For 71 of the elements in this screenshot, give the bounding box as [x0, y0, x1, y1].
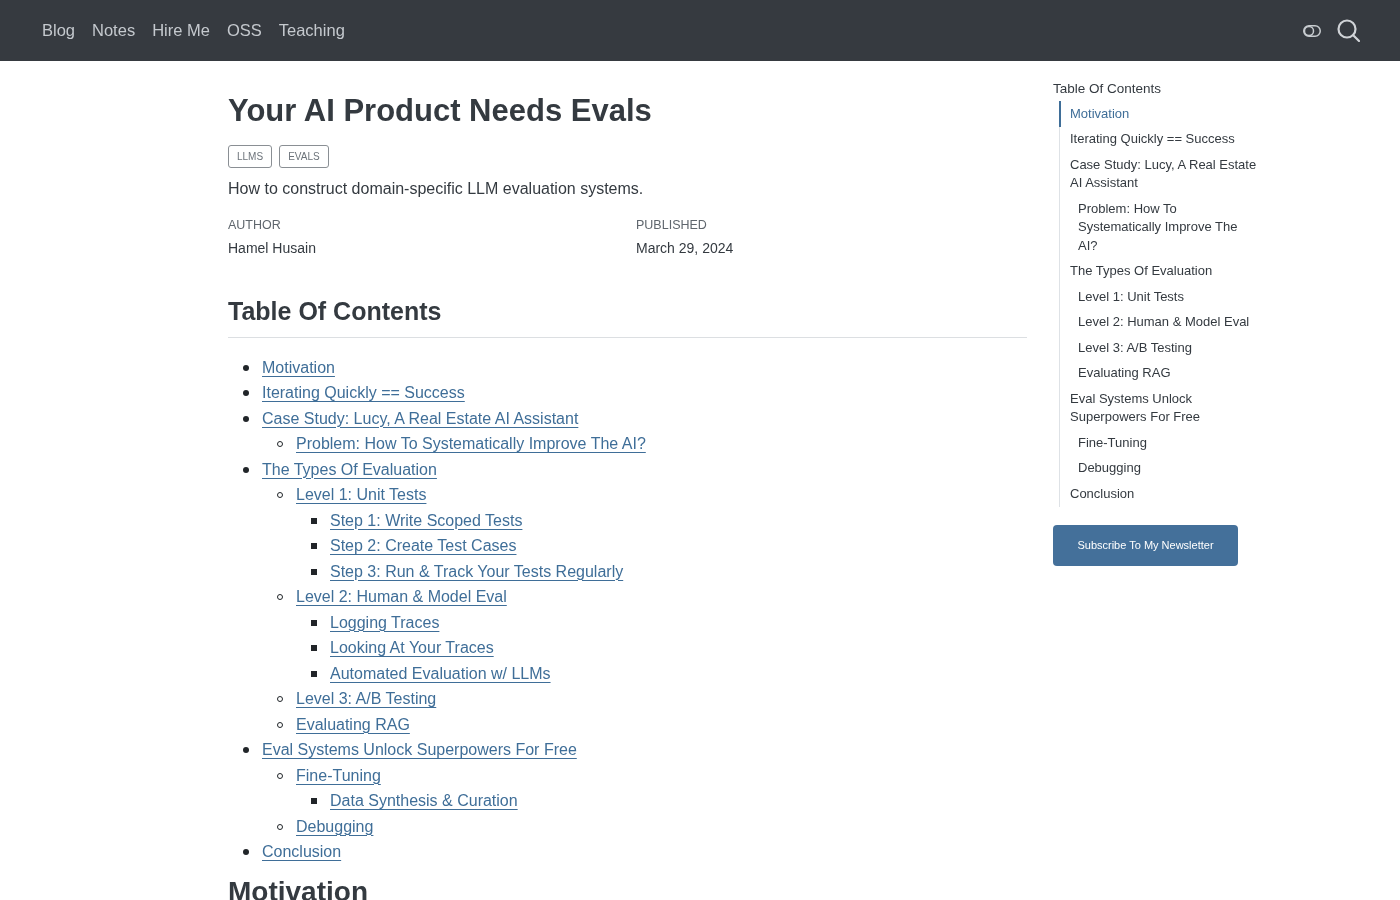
toc-link[interactable]: Step 3: Run & Track Your Tests Regularly [330, 561, 624, 582]
section-heading: Table Of Contents [228, 295, 1027, 338]
circle-bullet-icon [277, 823, 283, 830]
circle-bullet-icon [277, 696, 283, 703]
nav-link[interactable]: OSS [226, 21, 262, 40]
disc-bullet-icon [243, 415, 249, 422]
nav-link[interactable]: Notes [92, 21, 136, 40]
nav-link[interactable]: Blog [42, 21, 76, 40]
circle-bullet-icon [277, 594, 283, 601]
meta-value: March 29, 2024 [636, 239, 735, 258]
nav-link[interactable]: Hire Me [152, 21, 210, 40]
search-icon[interactable] [1337, 19, 1360, 42]
toc-link[interactable]: Fine-Tuning [296, 765, 381, 786]
square-bullet-icon [311, 619, 317, 626]
sidebar-heading: Table Of Contents [1053, 80, 1163, 98]
sidebar-toc-link[interactable]: Problem: How To Systematically Improve The AI? [1068, 196, 1258, 259]
article-title: Your AI Product Needs Evals [228, 92, 653, 130]
meta-label: PUBLISHED [636, 217, 708, 234]
sidebar-toc-link[interactable]: Case Study: Lucy, A Real Estate AI Assistant [1060, 152, 1263, 196]
toc-link[interactable]: Conclusion [262, 842, 342, 863]
circle-bullet-icon [277, 441, 283, 448]
toc-link[interactable]: Level 1: Unit Tests [296, 485, 427, 506]
toc-link[interactable]: Looking At Your Traces [330, 638, 494, 659]
square-bullet-icon [311, 645, 317, 652]
toc-link[interactable]: Evaluating RAG [296, 714, 410, 735]
toc-link[interactable]: Data Synthesis & Curation [330, 791, 518, 812]
square-bullet-icon [311, 798, 317, 805]
disc-bullet-icon [243, 849, 249, 856]
sidebar-toc-link[interactable]: Fine-Tuning [1068, 430, 1258, 456]
meta-value: Hamel Husain [228, 239, 317, 258]
toc-link[interactable]: Logging Traces [330, 612, 440, 633]
square-bullet-icon [311, 543, 317, 550]
tag-chip[interactable]: EVALS [279, 145, 329, 168]
toc-link[interactable]: Level 3: A/B Testing [296, 689, 437, 710]
toc-link[interactable]: Step 1: Write Scoped Tests [330, 510, 523, 531]
toc-link[interactable]: The Types Of Evaluation [262, 459, 437, 480]
sidebar-toc-link[interactable]: The Types Of Evaluation [1060, 258, 1263, 284]
toc-link[interactable]: Level 2: Human & Model Eval [296, 587, 507, 608]
sidebar-toc-link[interactable]: Iterating Quickly == Success [1060, 126, 1263, 152]
subscribe-button[interactable]: Subscribe To My Newsletter [1053, 524, 1238, 566]
square-bullet-icon [311, 517, 317, 524]
meta-label: AUTHOR [228, 217, 282, 234]
nav-link[interactable]: Teaching [278, 21, 345, 40]
sidebar-toc-link[interactable]: Level 2: Human & Model Eval [1068, 309, 1258, 335]
disc-bullet-icon [243, 747, 249, 754]
tag-chip[interactable]: LLMS [228, 145, 273, 168]
toc-link[interactable]: Motivation [262, 357, 335, 378]
toggle-icon[interactable] [1303, 24, 1321, 37]
disc-bullet-icon [243, 364, 249, 371]
sidebar-toc-link[interactable]: Eval Systems Unlock Superpowers For Free [1060, 386, 1263, 430]
square-bullet-icon [311, 568, 317, 575]
toc-link[interactable]: Problem: How To Systematically Improve The AI? [296, 434, 646, 455]
sidebar-toc-link[interactable]: Evaluating RAG [1068, 360, 1258, 386]
toc-link[interactable]: Case Study: Lucy, A Real Estate AI Assistant [262, 408, 579, 429]
circle-bullet-icon [277, 772, 283, 779]
disc-bullet-icon [243, 466, 249, 473]
article-description: How to construct domain-specific LLM evaluation systems. [228, 179, 645, 199]
toc-link[interactable]: Eval Systems Unlock Superpowers For Free [262, 740, 577, 761]
sidebar-toc-link[interactable]: Motivation [1059, 101, 1263, 127]
circle-bullet-icon [277, 492, 283, 499]
toc-link[interactable]: Automated Evaluation w/ LLMs [330, 663, 551, 684]
sidebar-toc-link[interactable]: Level 1: Unit Tests [1068, 284, 1258, 310]
toc-link[interactable]: Iterating Quickly == Success [262, 383, 465, 404]
sidebar-toc-link[interactable]: Debugging [1068, 455, 1258, 481]
sidebar-toc-link[interactable]: Level 3: A/B Testing [1068, 335, 1258, 361]
circle-bullet-icon [277, 721, 283, 728]
square-bullet-icon [311, 670, 317, 677]
toc-link[interactable]: Step 2: Create Test Cases [330, 536, 517, 557]
toc-link[interactable]: Debugging [296, 816, 374, 837]
sidebar-toc-link[interactable]: Conclusion [1060, 481, 1263, 507]
disc-bullet-icon [243, 390, 249, 397]
